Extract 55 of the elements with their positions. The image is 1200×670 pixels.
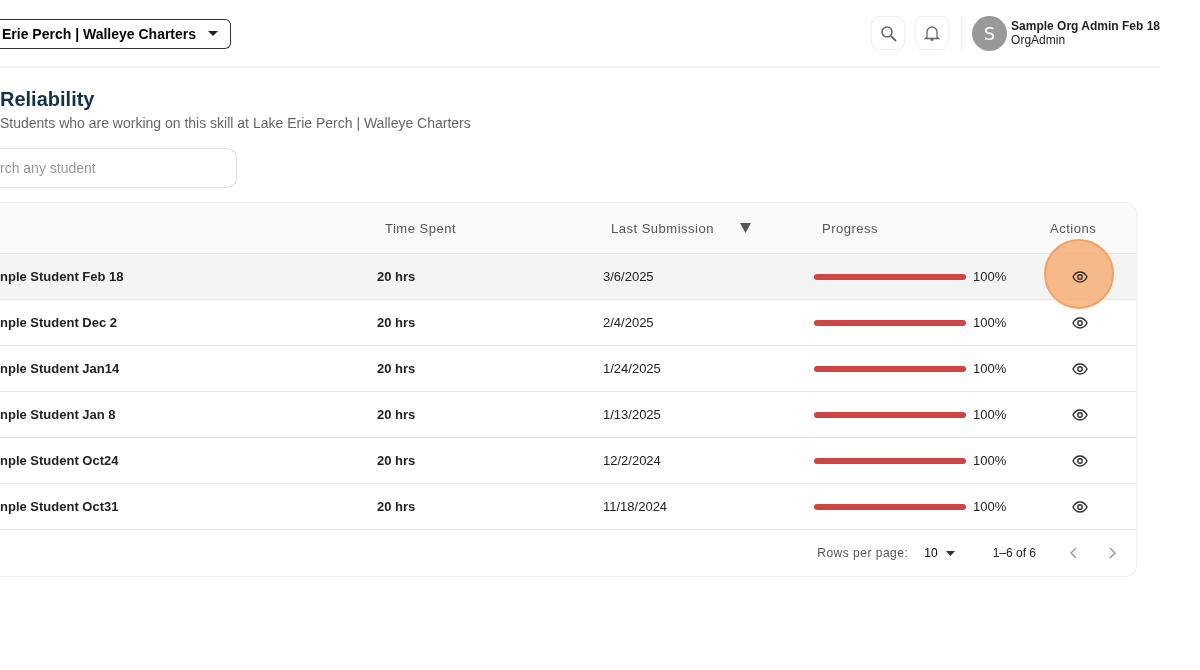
- progress-percent: 100%: [973, 269, 1007, 284]
- time-spent: 20 hrs: [377, 361, 417, 376]
- student-name: nple Student Jan14: [0, 361, 121, 376]
- search-icon: [879, 24, 897, 42]
- caret-icon: [208, 31, 219, 37]
- search-button[interactable]: [871, 16, 906, 50]
- notifications-button[interactable]: [915, 16, 950, 50]
- table-row[interactable]: nple Student Oct31 20 hrs 11/18/2024 100%: [0, 484, 1136, 530]
- column-header[interactable]: Time Spent: [377, 220, 456, 236]
- sort-icon[interactable]: [739, 223, 751, 233]
- organization-dropdown[interactable]: Erie Perch | Walleye Charters: [0, 19, 232, 49]
- table-row[interactable]: nple Student Feb 18 20 hrs 3/6/2025 100%: [0, 254, 1136, 300]
- rows-per-page-select[interactable]: 10: [924, 546, 955, 560]
- page-title: Reliability: [0, 88, 96, 111]
- progress-percent: 100%: [973, 453, 1007, 468]
- student-name: nple Student Jan 8: [0, 407, 117, 422]
- eye-icon: [1072, 270, 1088, 283]
- caret-icon: [945, 550, 955, 556]
- page-subtitle: Students who are working on this skill at Lake Erie Perch | Walleye Charters: [0, 115, 472, 131]
- student-name: nple Student Feb 18: [0, 269, 125, 284]
- table-row[interactable]: nple Student Oct24 20 hrs 12/2/2024 100%: [0, 438, 1136, 484]
- student-name: nple Student Oct24: [0, 453, 120, 468]
- eye-icon: [1072, 500, 1088, 513]
- student-name: nple Student Dec 2: [0, 315, 119, 330]
- last-submission: 11/18/2024: [603, 499, 669, 514]
- last-submission: 12/2/2024: [603, 453, 662, 468]
- user-name: Sample Org Admin Feb 18: [1011, 19, 1160, 33]
- time-spent: 20 hrs: [377, 499, 417, 514]
- last-submission: 2/4/2025: [603, 315, 655, 330]
- last-submission: 3/6/2025: [603, 269, 655, 284]
- eye-icon: [1072, 362, 1088, 375]
- table-row[interactable]: nple Student Jan14 20 hrs 1/24/2025 100%: [0, 346, 1136, 392]
- progress-percent: 100%: [973, 407, 1007, 422]
- user-role: OrgAdmin: [1011, 33, 1067, 47]
- column-header[interactable]: Last Submission: [603, 220, 714, 236]
- student-name: nple Student Oct31: [0, 499, 120, 514]
- last-submission: 1/24/2025: [603, 361, 662, 376]
- time-spent: 20 hrs: [377, 315, 417, 330]
- time-spent: 20 hrs: [377, 453, 417, 468]
- column-header[interactable]: Progress: [814, 220, 879, 236]
- column-header[interactable]: Actions: [1050, 220, 1097, 236]
- eye-icon: [1072, 454, 1088, 467]
- eye-icon: [1072, 316, 1088, 329]
- rows-per-page-label: Rows per page:: [817, 546, 909, 560]
- time-spent: 20 hrs: [377, 269, 417, 284]
- progress-percent: 100%: [973, 499, 1007, 514]
- page-range: 1–6 of 6: [992, 546, 1036, 560]
- table-row[interactable]: nple Student Jan 8 20 hrs 1/13/2025 100%: [0, 392, 1136, 438]
- eye-icon: [1072, 408, 1088, 421]
- last-submission: 1/13/2025: [603, 407, 662, 422]
- search-field[interactable]: rch any student: [0, 148, 237, 188]
- bell-icon: [924, 24, 941, 42]
- progress-percent: 100%: [973, 315, 1007, 330]
- time-spent: 20 hrs: [377, 407, 417, 422]
- progress-percent: 100%: [973, 361, 1007, 376]
